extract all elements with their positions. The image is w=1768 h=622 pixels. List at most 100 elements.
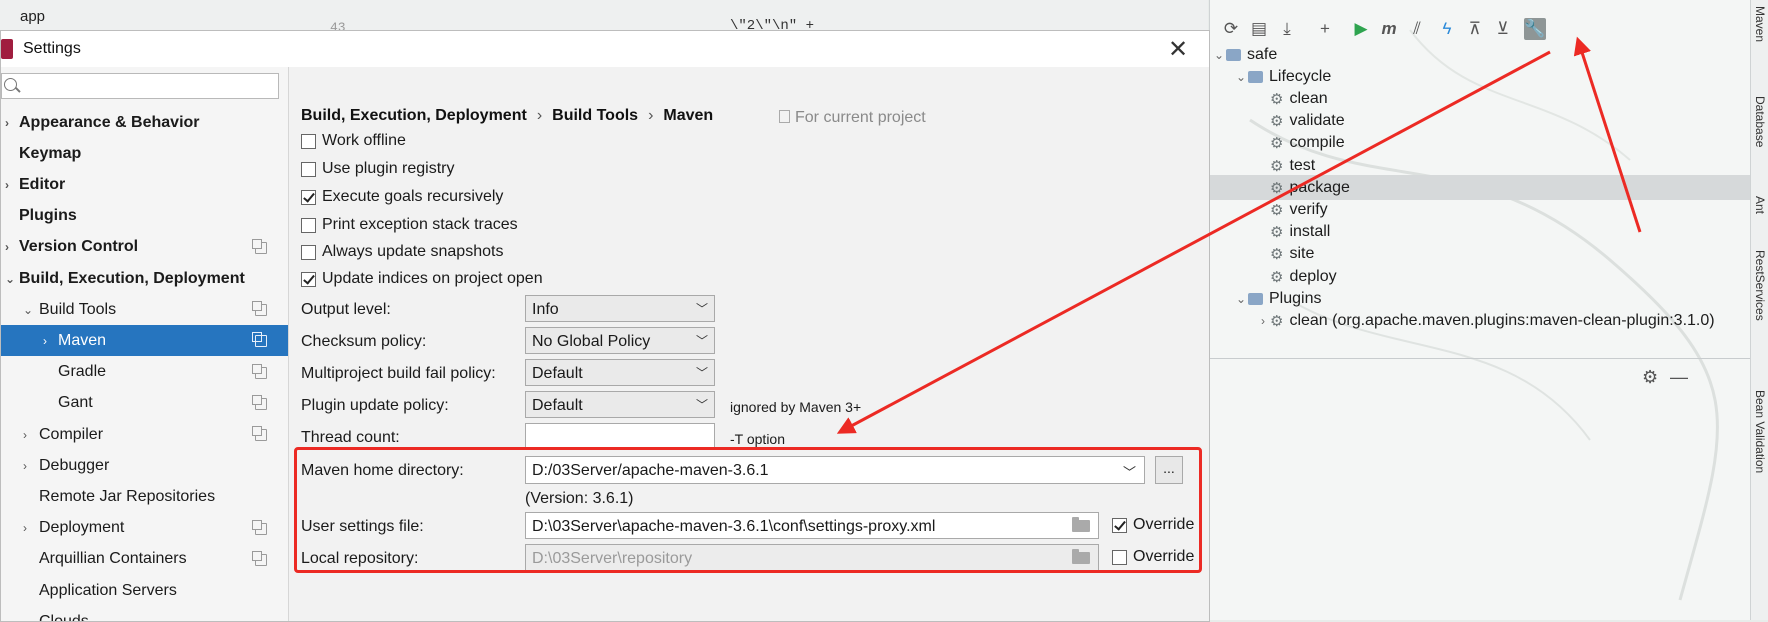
sidebar-item-appearance-behavior[interactable]: › Appearance & Behavior: [1, 107, 288, 138]
checkbox-box[interactable]: [301, 161, 316, 177]
project-tree-app[interactable]: app: [20, 8, 45, 25]
sidebar-item-arquillian-containers[interactable]: Arquillian Containers: [1, 544, 288, 575]
collapse-all-icon[interactable]: ⊻: [1492, 18, 1514, 40]
checkbox-update-indices-on-project-open[interactable]: Update indices on project open: [301, 268, 543, 290]
chevron-right-icon[interactable]: ›: [43, 334, 47, 348]
checkbox-box[interactable]: [301, 271, 316, 287]
gear-icon: ⚙: [1270, 246, 1284, 264]
sidebar-item-label: Keymap: [19, 144, 82, 162]
checkbox-print-exception-stack-traces[interactable]: Print exception stack traces: [301, 214, 518, 236]
breadcrumb-item: Build, Execution, Deployment: [301, 107, 527, 124]
sidebar-item-debugger[interactable]: › Debugger: [1, 450, 288, 481]
settings-wrench-icon[interactable]: 🔧: [1524, 18, 1546, 40]
settings-search[interactable]: [1, 73, 279, 99]
chevron-right-icon[interactable]: ›: [23, 521, 27, 535]
sidebar-item-build-tools[interactable]: ⌄ Build Tools: [1, 294, 288, 325]
skip-tests-icon[interactable]: ϟ: [1436, 18, 1458, 40]
strip-tab-database[interactable]: Database: [1753, 96, 1767, 147]
toggle-offline-icon[interactable]: ⫽: [1406, 18, 1428, 40]
chevron-down-icon: ﹀: [695, 366, 708, 380]
chevron-icon[interactable]: ⌄: [1212, 48, 1226, 62]
sidebar-item-build-execution-deployment[interactable]: ⌄ Build, Execution, Deployment: [1, 263, 288, 294]
maven-toolbar: ⟳ ▤ ⤓ + ▶ m ⫽ ϟ ⊼ ⊻ 🔧: [1210, 12, 1750, 46]
chevron-icon[interactable]: ⌄: [1234, 292, 1248, 306]
checkbox-box[interactable]: [301, 189, 316, 205]
sidebar-item-label: Maven: [58, 331, 107, 349]
thread-count-input[interactable]: [525, 423, 715, 450]
sidebar-item-deployment[interactable]: › Deployment: [1, 513, 288, 544]
checkbox-label: Print exception stack traces: [322, 216, 518, 233]
sidebar-item-label: Remote Jar Repositories: [39, 487, 216, 505]
project-scope-icon: [252, 301, 267, 317]
project-scope-icon: [252, 519, 267, 535]
strip-tab-ant[interactable]: Ant: [1753, 196, 1767, 214]
output-level-select[interactable]: Info ﹀: [525, 295, 715, 322]
sidebar-item-version-control[interactable]: › Version Control: [1, 232, 288, 263]
strip-tab-restservices[interactable]: RestServices: [1753, 250, 1767, 321]
generate-sources-icon[interactable]: ▤: [1248, 18, 1270, 40]
maven-tree-plugin[interactable]: › ⚙ clean (org.apache.maven.plugins:maven-…: [1210, 308, 1750, 333]
sidebar-item-remote-jar-repositories[interactable]: Remote Jar Repositories: [1, 481, 288, 512]
chevron-icon[interactable]: ›: [1256, 314, 1270, 328]
checkbox-box[interactable]: [301, 133, 316, 149]
checksum-policy-select[interactable]: No Global Policy ﹀: [525, 327, 715, 354]
chevron-down-icon: ﹀: [695, 302, 708, 316]
project-icon: [779, 110, 790, 123]
output-level-value: Info: [532, 301, 559, 318]
maven-tree-label: deploy: [1289, 267, 1337, 285]
chevron-icon[interactable]: ⌄: [1234, 70, 1248, 84]
sidebar-item-editor[interactable]: › Editor: [1, 169, 288, 200]
gear-icon[interactable]: ⚙: [1642, 367, 1658, 388]
plugin-icon: ⚙: [1270, 312, 1284, 330]
folder-icon: [1248, 70, 1263, 83]
chevron-right-icon[interactable]: ›: [5, 116, 9, 130]
show-dependencies-icon[interactable]: ⊼: [1464, 18, 1486, 40]
refresh-icon[interactable]: ⟳: [1220, 18, 1242, 40]
chevron-down-icon[interactable]: ⌄: [5, 272, 15, 286]
chevron-right-icon[interactable]: ›: [23, 459, 27, 473]
sidebar-item-gant[interactable]: Gant: [1, 388, 288, 419]
sidebar-item-maven[interactable]: › Maven: [1, 325, 288, 357]
strip-tab-bean-validation[interactable]: Bean Validation: [1753, 390, 1767, 473]
add-icon[interactable]: +: [1314, 18, 1336, 40]
checkbox-use-plugin-registry[interactable]: Use plugin registry: [301, 158, 455, 180]
plugin-update-policy-label: Plugin update policy:: [301, 397, 449, 414]
download-icon[interactable]: ⤓: [1276, 18, 1298, 40]
checkbox-box[interactable]: [301, 244, 316, 260]
sidebar-item-compiler[interactable]: › Compiler: [1, 419, 288, 450]
checkbox-work-offline[interactable]: Work offline: [301, 130, 406, 152]
breadcrumb-item: Build Tools: [552, 107, 639, 124]
breadcrumb-separator: ›: [536, 107, 543, 124]
sidebar-item-keymap[interactable]: Keymap: [1, 138, 288, 169]
close-icon[interactable]: ✕: [1168, 35, 1188, 64]
sidebar-item-label: Build, Execution, Deployment: [19, 269, 245, 287]
maven-tree-label: clean: [1289, 89, 1328, 107]
output-level-label: Output level:: [301, 301, 391, 318]
dialog-title: Settings: [23, 40, 81, 57]
sidebar-item-plugins[interactable]: Plugins: [1, 201, 288, 232]
checkbox-execute-goals-recursively[interactable]: Execute goals recursively: [301, 186, 503, 208]
search-input[interactable]: [18, 76, 277, 98]
for-current-project-hint: For current project: [779, 109, 926, 127]
chevron-right-icon[interactable]: ›: [23, 428, 27, 442]
checkbox-always-update-snapshots[interactable]: Always update snapshots: [301, 241, 503, 263]
chevron-right-icon[interactable]: ›: [5, 178, 9, 192]
chevron-down-icon[interactable]: ⌄: [23, 303, 33, 317]
minimize-icon[interactable]: —: [1670, 367, 1688, 388]
execute-goal-icon[interactable]: m: [1378, 18, 1400, 40]
run-icon[interactable]: ▶: [1350, 18, 1372, 40]
plugin-update-policy-select[interactable]: Default ﹀: [525, 391, 715, 418]
chevron-right-icon[interactable]: ›: [5, 240, 9, 254]
sidebar-item-application-servers[interactable]: Application Servers: [1, 575, 288, 606]
strip-tab-maven[interactable]: Maven: [1753, 6, 1767, 42]
checkbox-box[interactable]: [301, 217, 316, 233]
breadcrumb: Build, Execution, Deployment › Build Tools…: [301, 107, 713, 125]
sidebar-item-label: Deployment: [39, 519, 125, 537]
maven-tree-label: compile: [1289, 134, 1345, 152]
checkbox-label: Use plugin registry: [322, 160, 455, 177]
maven-tree-label: validate: [1289, 112, 1345, 130]
multiproject-policy-select[interactable]: Default ﹀: [525, 359, 715, 386]
sidebar-item-gradle[interactable]: Gradle: [1, 357, 288, 388]
maven-project-icon: [1226, 48, 1241, 61]
project-scope-icon: [252, 426, 267, 441]
